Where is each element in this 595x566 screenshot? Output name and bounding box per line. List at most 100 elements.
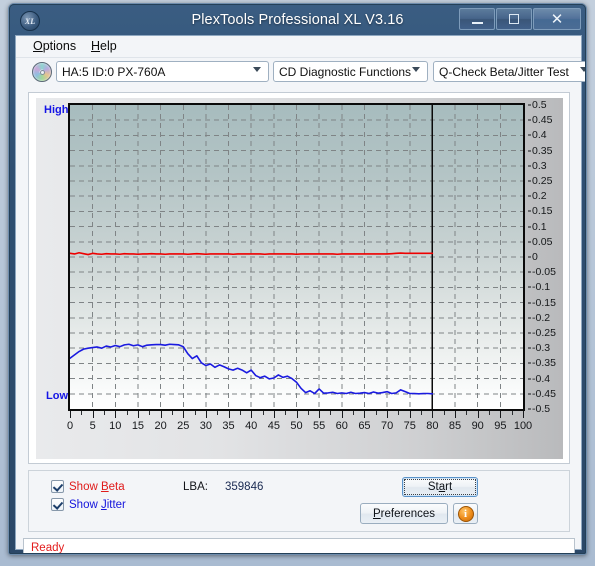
x-axis-tick-mark bbox=[205, 411, 207, 418]
function-select[interactable]: CD Diagnostic Functions bbox=[273, 61, 428, 82]
x-axis-minor-tick bbox=[511, 411, 513, 415]
function-select-value: CD Diagnostic Functions bbox=[279, 64, 412, 79]
x-axis-tick-mark bbox=[183, 411, 185, 418]
x-axis-minor-tick bbox=[443, 411, 445, 415]
x-axis-tick-label: 85 bbox=[448, 420, 462, 432]
y-axis-tick-label: 0.45 bbox=[532, 114, 553, 127]
x-axis-tick-label: 45 bbox=[267, 420, 280, 432]
app-root: XL PlexTools Professional XL V3.16 ✕ Opt… bbox=[0, 0, 595, 566]
x-axis-minor-tick bbox=[466, 411, 468, 415]
chart-label-low: Low bbox=[46, 390, 68, 402]
x-axis-tick-label: 65 bbox=[358, 420, 371, 432]
x-axis-tick-mark bbox=[70, 411, 71, 418]
y-axis-tick-mark bbox=[528, 210, 531, 212]
x-axis-tick-mark bbox=[296, 411, 298, 418]
x-axis-minor-tick bbox=[149, 411, 151, 415]
y-axis-tick-mark bbox=[528, 271, 531, 273]
x-axis-tick-mark bbox=[409, 411, 411, 418]
x-axis-tick-label: 50 bbox=[290, 420, 303, 432]
x-axis-tick-mark bbox=[477, 411, 479, 418]
x-axis-minor-tick bbox=[330, 411, 332, 415]
show-beta-row[interactable]: Show Beta bbox=[51, 480, 125, 493]
chart-stage: High Low 0.5 0.45 0.4 0.35 0.3 0.25 0.2 0.15 0.1… bbox=[36, 98, 563, 459]
chevron-down-icon bbox=[580, 67, 585, 72]
minimize-icon bbox=[471, 21, 483, 24]
x-axis-tick-label: 10 bbox=[109, 420, 122, 432]
drive-select[interactable]: HA:5 ID:0 PX-760A bbox=[56, 61, 269, 82]
y-axis-tick-mark bbox=[528, 317, 531, 319]
y-axis-tick-mark bbox=[528, 180, 531, 182]
x-axis-minor-tick bbox=[217, 411, 219, 415]
y-axis-tick-label: -0.35 bbox=[532, 357, 556, 370]
x-axis-minor-tick bbox=[285, 411, 287, 415]
title-bar[interactable]: XL PlexTools Professional XL V3.16 ✕ bbox=[10, 5, 585, 37]
y-axis-tick-mark bbox=[528, 286, 531, 288]
y-axis-tick-mark bbox=[528, 332, 531, 334]
x-axis-tick-label: 90 bbox=[471, 420, 484, 432]
maximize-icon bbox=[509, 14, 519, 24]
menu-item-options[interactable]: Options bbox=[30, 39, 79, 53]
chevron-down-icon bbox=[412, 67, 420, 72]
x-axis-tick-label: 40 bbox=[245, 420, 258, 432]
menu-item-help[interactable]: Help bbox=[88, 39, 120, 53]
x-axis-tick-mark bbox=[92, 411, 94, 418]
preferences-button-label: Preferences bbox=[372, 507, 435, 520]
x-axis-tick-mark bbox=[523, 411, 524, 418]
y-axis-tick-mark bbox=[528, 165, 531, 167]
y-axis-ticks: 0.5 0.45 0.4 0.35 0.3 0.25 0.2 0.15 0.1 0.05 0 -0.0… bbox=[528, 99, 568, 415]
show-beta-checkbox[interactable] bbox=[51, 480, 64, 493]
toolbar: HA:5 ID:0 PX-760A CD Diagnostic Function… bbox=[16, 58, 585, 88]
x-axis-minor-tick bbox=[126, 411, 128, 415]
y-axis-tick-mark bbox=[528, 150, 531, 152]
x-axis-tick-label: 80 bbox=[426, 420, 439, 432]
y-axis-tick-label: 0.4 bbox=[532, 129, 547, 142]
y-axis-tick-label: 0.15 bbox=[532, 205, 553, 218]
controls-panel: Show Beta Show Jitter LBA: 359846 Start … bbox=[28, 470, 570, 532]
show-jitter-checkbox[interactable] bbox=[51, 498, 64, 511]
y-axis-tick-label: 0.35 bbox=[532, 144, 553, 157]
info-icon: i bbox=[457, 505, 474, 522]
info-button[interactable]: i bbox=[453, 503, 478, 524]
chart-label-high: High bbox=[44, 104, 69, 116]
x-axis-tick-label: 30 bbox=[199, 420, 213, 432]
y-axis-tick-label: -0.45 bbox=[532, 387, 556, 400]
x-axis-tick-label: 100 bbox=[513, 420, 533, 432]
x-axis-tick-mark bbox=[137, 411, 139, 418]
y-axis-tick-label: -0.1 bbox=[532, 281, 551, 294]
x-axis-minor-tick bbox=[489, 411, 491, 415]
test-select[interactable]: Q-Check Beta/Jitter Test bbox=[433, 61, 585, 82]
start-button[interactable]: Start bbox=[402, 477, 478, 497]
preferences-button[interactable]: Preferences bbox=[360, 503, 448, 524]
cd-disc-icon bbox=[32, 62, 52, 82]
x-axis-tick-mark bbox=[387, 411, 389, 418]
close-button[interactable]: ✕ bbox=[533, 8, 581, 30]
lba-value: 359846 bbox=[225, 481, 264, 493]
y-axis-tick-mark bbox=[528, 226, 531, 228]
status-text: Ready bbox=[31, 542, 65, 554]
minimize-button[interactable] bbox=[459, 8, 495, 30]
maximize-button[interactable] bbox=[496, 8, 532, 30]
lba-label: LBA: bbox=[183, 481, 208, 493]
y-axis-tick-label: 0 bbox=[532, 251, 538, 263]
x-axis-minor-tick bbox=[194, 411, 196, 415]
y-axis-tick-label: 0.3 bbox=[532, 159, 547, 172]
x-axis-tick-mark bbox=[115, 411, 117, 418]
show-jitter-row[interactable]: Show Jitter bbox=[51, 498, 126, 511]
x-axis-tick-label: 55 bbox=[313, 420, 326, 432]
y-axis-tick-label: 0.5 bbox=[532, 99, 547, 111]
x-axis-minor-tick bbox=[262, 411, 264, 415]
drive-select-value: HA:5 ID:0 PX-760A bbox=[62, 64, 166, 79]
x-axis-minor-tick bbox=[398, 411, 400, 415]
x-axis-tick-mark bbox=[364, 411, 366, 418]
y-axis-tick-mark bbox=[528, 408, 531, 410]
x-axis-tick-label: 5 bbox=[89, 420, 96, 432]
x-axis-tick-mark bbox=[319, 411, 321, 418]
x-axis-tick-mark bbox=[228, 411, 230, 418]
y-axis-tick-mark bbox=[528, 241, 531, 243]
client-area: Options Help HA:5 ID:0 PX-760A CD Diagno… bbox=[15, 35, 585, 553]
plot-area[interactable] bbox=[68, 103, 525, 411]
window-controls: ✕ bbox=[459, 8, 581, 30]
y-axis-tick-mark bbox=[528, 347, 531, 349]
y-axis-tick-label: -0.3 bbox=[532, 342, 551, 355]
x-axis-minor-tick bbox=[375, 411, 377, 415]
